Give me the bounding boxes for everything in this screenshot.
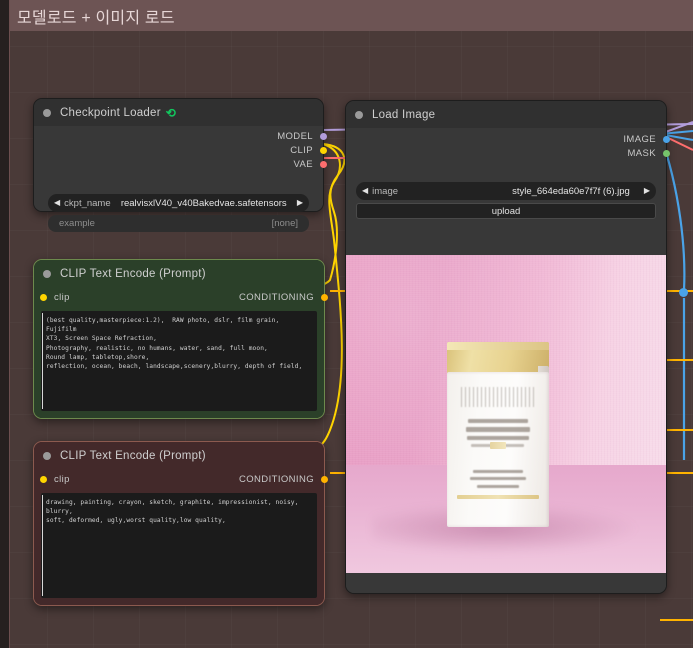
image-preview[interactable] — [346, 255, 666, 573]
bottle-label-line-6 — [470, 477, 526, 481]
output-pin-image[interactable] — [663, 135, 670, 143]
node-body-checkpoint-loader: MODEL CLIP VAE ◀ ckpt_name realvisxlV40_… — [34, 126, 327, 232]
bottle-gold-band — [456, 494, 540, 500]
bottle-label-line-2 — [465, 427, 531, 432]
bottle-label-line-5 — [472, 469, 524, 473]
node-collapse-dot[interactable] — [43, 269, 51, 278]
output-pin-model[interactable] — [320, 132, 327, 140]
widget-example[interactable]: example [none] — [48, 215, 309, 232]
upload-button[interactable]: upload — [356, 203, 656, 219]
output-label-conditioning: CONDITIONING — [239, 291, 314, 303]
node-header-clip-positive[interactable]: CLIP Text Encode (Prompt) — [34, 260, 324, 287]
upload-button-label: upload — [491, 205, 521, 217]
widget-value-example: [none] — [271, 218, 298, 229]
text-caret — [42, 313, 43, 409]
bottle-cap-top — [447, 342, 549, 350]
output-port-model[interactable]: MODEL — [277, 129, 327, 143]
node-body-load-image: IMAGE MASK ◀ image style_664eda60e7f7f (… — [346, 128, 670, 593]
output-pin-conditioning[interactable] — [321, 475, 328, 483]
widget-value-image: style_664eda60e7f7f (6).jpg — [512, 185, 630, 197]
output-label-conditioning: CONDITIONING — [239, 473, 314, 485]
output-pin-vae[interactable] — [320, 160, 327, 168]
bottle-label-line-1 — [468, 418, 528, 424]
node-graph-canvas[interactable]: 모델로드 + 이미지 로드 Checkpoint Loader ⟲ MODEL … — [0, 0, 693, 648]
node-title-load-image: Load Image — [372, 108, 436, 121]
node-checkpoint-loader[interactable]: Checkpoint Loader ⟲ MODEL CLIP VAE ◀ ckp… — [33, 98, 327, 232]
bottle-label-logo — [461, 386, 535, 407]
chevron-right-icon[interactable]: ▶ — [297, 199, 303, 207]
canvas-left-gutter-divider — [9, 0, 10, 648]
node-body-clip-negative: clip CONDITIONING drawing, painting, cra… — [34, 469, 328, 605]
chevron-left-icon[interactable]: ◀ — [54, 199, 60, 207]
wire-reroute-point-image[interactable] — [679, 288, 688, 297]
node-group-title-bar[interactable]: 모델로드 + 이미지 로드 — [9, 0, 693, 31]
widget-label-image: image — [372, 185, 399, 197]
output-label-image: IMAGE — [623, 133, 656, 145]
node-title-checkpoint-loader: Checkpoint Loader — [60, 106, 161, 119]
output-pin-clip[interactable] — [320, 146, 327, 154]
output-port-conditioning[interactable]: CONDITIONING — [239, 290, 328, 304]
output-port-conditioning[interactable]: CONDITIONING — [239, 472, 328, 486]
bottle-label-line-3 — [466, 435, 530, 440]
bottle-gold-tab — [489, 442, 507, 450]
node-header-checkpoint-loader[interactable]: Checkpoint Loader ⟲ — [34, 99, 323, 126]
widget-ckpt-name[interactable]: ◀ ckpt_name realvisxlV40_v40Bakedvae.saf… — [48, 194, 309, 212]
node-collapse-dot[interactable] — [43, 108, 51, 117]
input-label-clip: clip — [54, 473, 70, 485]
output-port-vae[interactable]: VAE — [293, 157, 327, 171]
chevron-right-icon[interactable]: ▶ — [644, 187, 650, 195]
input-port-clip[interactable]: clip — [40, 472, 70, 486]
node-title-clip-negative: CLIP Text Encode (Prompt) — [60, 449, 206, 462]
prompt-textarea-negative[interactable]: drawing, painting, crayon, sketch, graph… — [41, 493, 317, 598]
chevron-left-icon[interactable]: ◀ — [362, 187, 368, 195]
node-header-clip-negative[interactable]: CLIP Text Encode (Prompt) — [34, 442, 324, 469]
input-label-clip: clip — [54, 291, 70, 303]
output-pin-mask[interactable] — [663, 149, 670, 157]
node-clip-text-encode-positive[interactable]: CLIP Text Encode (Prompt) clip CONDITION… — [33, 259, 328, 419]
node-header-load-image[interactable]: Load Image — [346, 101, 666, 128]
input-pin-clip[interactable] — [40, 293, 47, 301]
canvas-left-gutter — [0, 0, 9, 648]
input-pin-clip[interactable] — [40, 475, 47, 483]
product-bottle — [440, 342, 555, 527]
leaf-icon: ⟲ — [165, 105, 176, 120]
image-preview-scene — [346, 255, 666, 573]
output-label-mask: MASK — [627, 147, 656, 159]
input-port-clip[interactable]: clip — [40, 290, 70, 304]
text-caret — [42, 495, 43, 596]
prompt-textarea-positive[interactable]: (best quality,masterpiece:1.2), RAW phot… — [41, 311, 317, 411]
widget-label-example: example — [59, 218, 95, 229]
output-label-vae: VAE — [293, 158, 313, 170]
bottle-label-line-7 — [477, 485, 519, 489]
widget-value-ckpt-name: realvisxlV40_v40Bakedvae.safetensors — [120, 197, 287, 209]
node-title-clip-positive: CLIP Text Encode (Prompt) — [60, 267, 206, 280]
node-clip-text-encode-negative[interactable]: CLIP Text Encode (Prompt) clip CONDITION… — [33, 441, 328, 606]
node-load-image[interactable]: Load Image IMAGE MASK ◀ image style_664e… — [345, 100, 670, 594]
node-group-title: 모델로드 + 이미지 로드 — [17, 9, 175, 27]
node-collapse-dot[interactable] — [43, 451, 51, 460]
prompt-text-positive: (best quality,masterpiece:1.2), RAW phot… — [46, 317, 303, 371]
output-port-mask[interactable]: MASK — [627, 146, 670, 160]
widget-label-ckpt-name: ckpt_name — [64, 197, 111, 209]
prompt-text-negative: drawing, painting, crayon, sketch, graph… — [46, 499, 299, 525]
widget-image-name[interactable]: ◀ image style_664eda60e7f7f (6).jpg ▶ — [356, 182, 656, 200]
node-body-clip-positive: clip CONDITIONING (best quality,masterpi… — [34, 287, 328, 418]
output-label-clip: CLIP — [290, 144, 313, 156]
output-port-clip[interactable]: CLIP — [290, 143, 327, 157]
output-pin-conditioning[interactable] — [321, 293, 328, 301]
output-label-model: MODEL — [277, 130, 313, 142]
output-port-image[interactable]: IMAGE — [623, 132, 670, 146]
node-collapse-dot[interactable] — [355, 110, 363, 119]
